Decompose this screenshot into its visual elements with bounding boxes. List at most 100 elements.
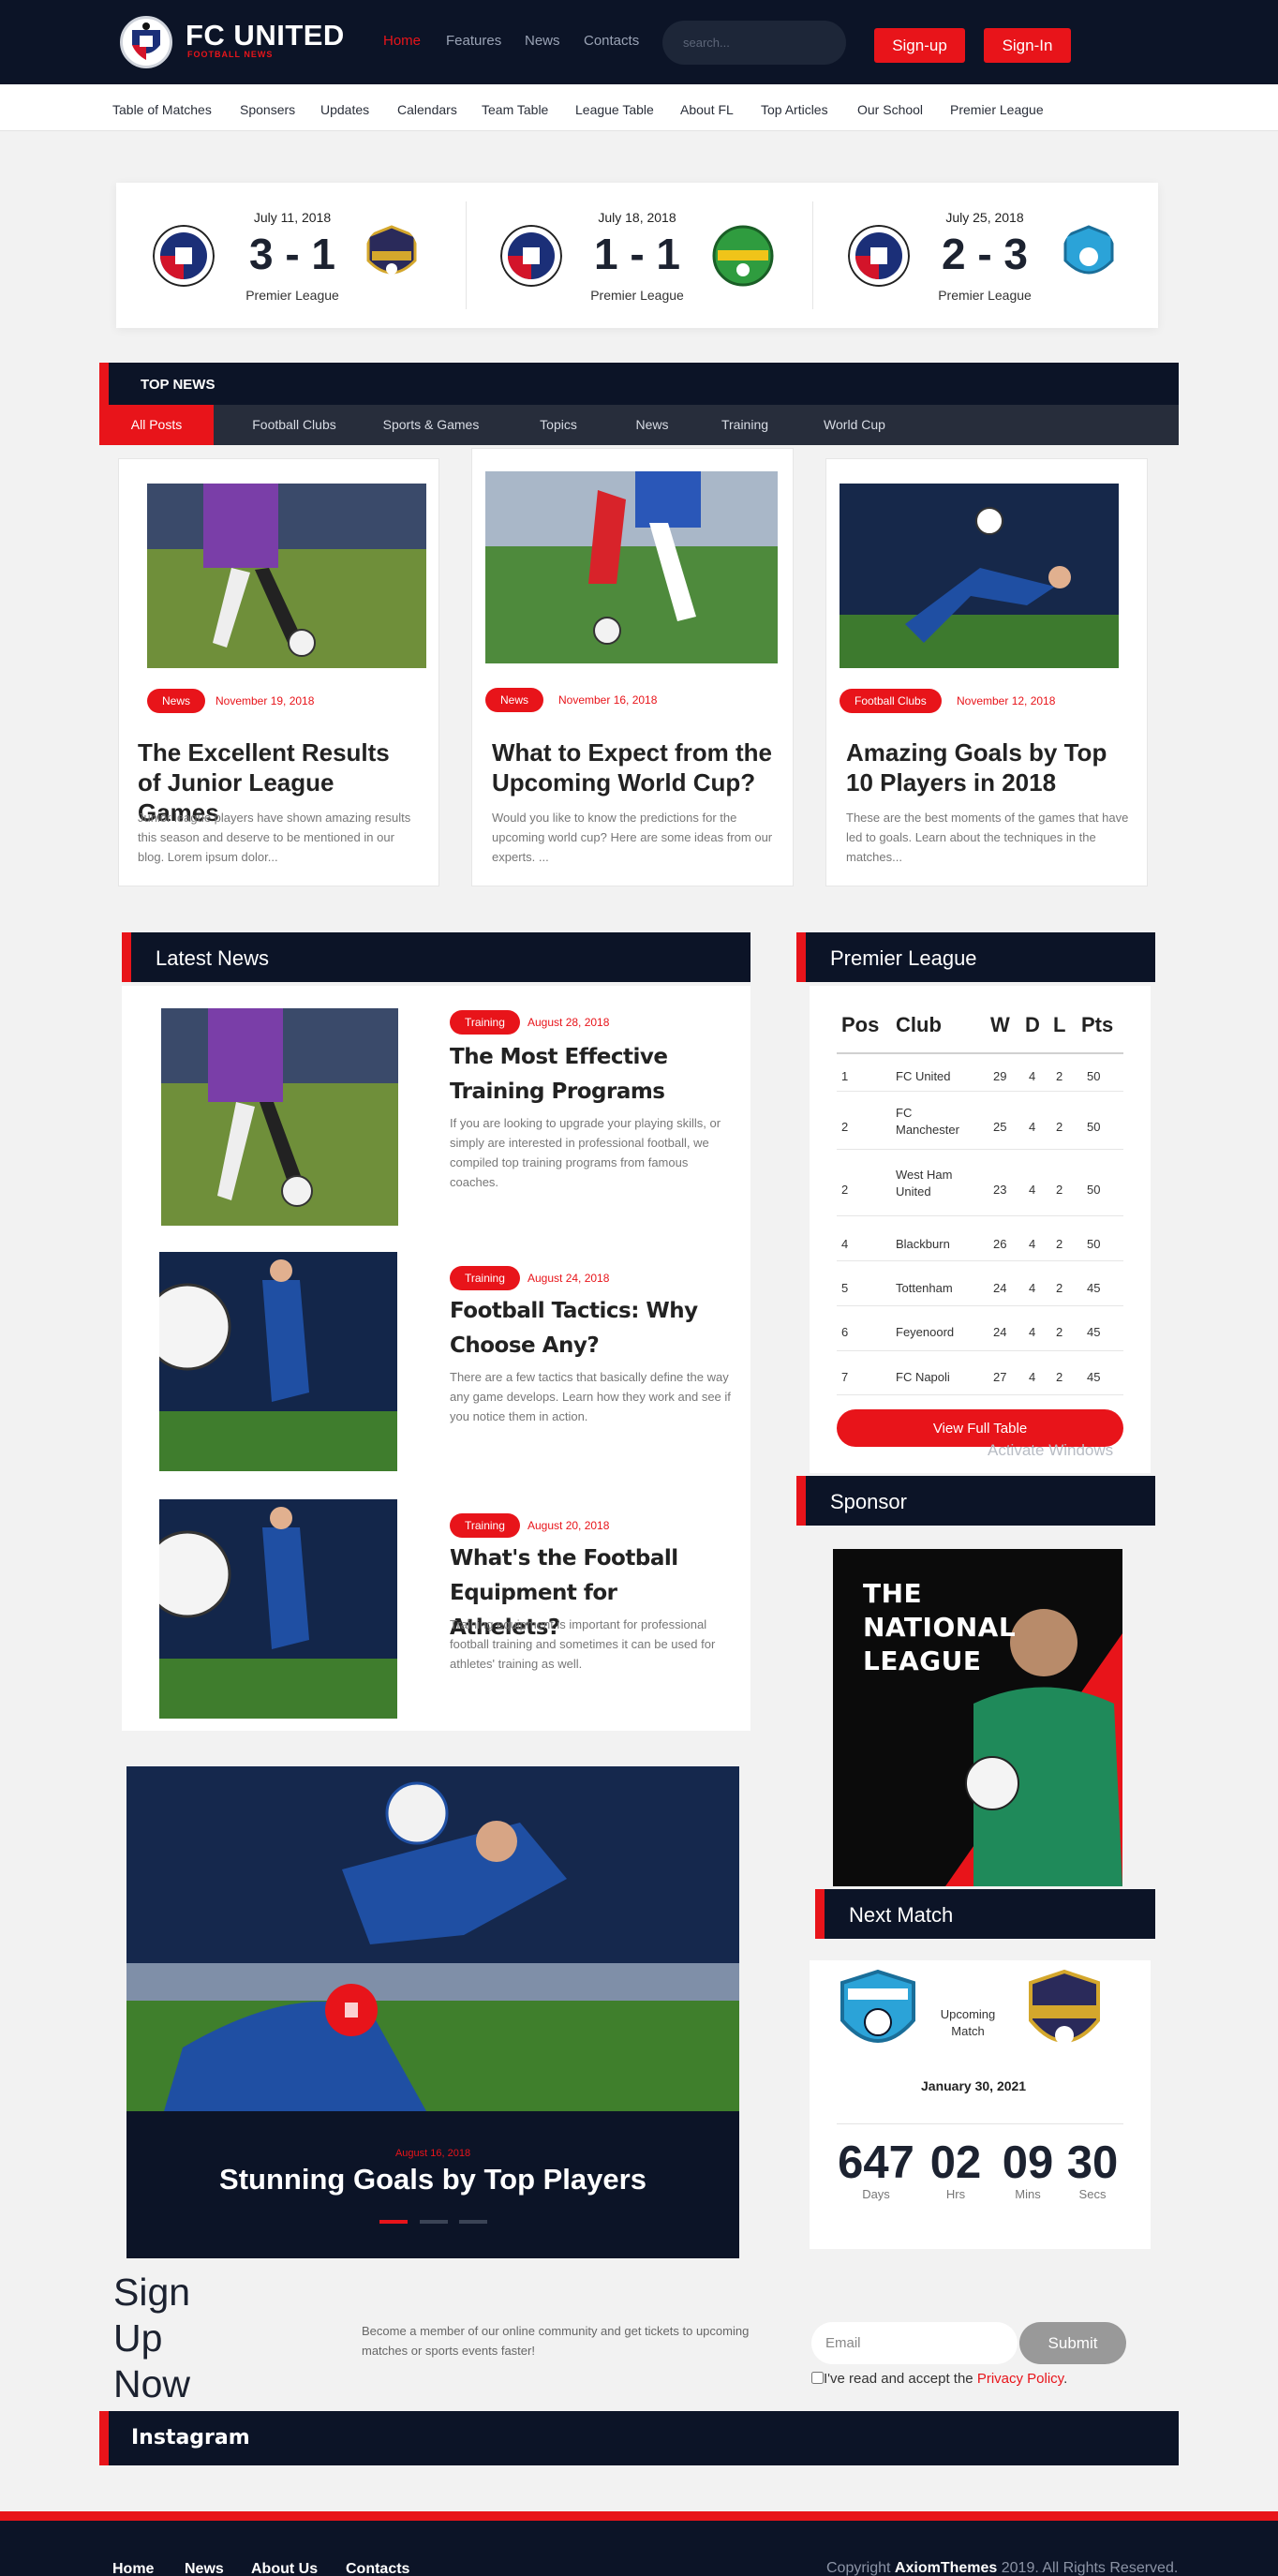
subnav-table-of-matches[interactable]: Table of Matches (112, 102, 212, 117)
match-league: Premier League (590, 288, 684, 303)
search-input[interactable] (662, 21, 846, 65)
cell-l: 2 (1056, 1069, 1063, 1083)
footer-link-contacts[interactable]: Contacts (346, 2561, 409, 2576)
subnav-team-table[interactable]: Team Table (482, 102, 548, 117)
away-team-crest-icon (712, 225, 774, 287)
category-badge[interactable]: Training (450, 1513, 520, 1538)
cell-club[interactable]: FC United (896, 1069, 951, 1083)
nav-home[interactable]: Home (383, 33, 421, 49)
slider-dot-active[interactable] (379, 2220, 408, 2224)
cell-pos: 4 (841, 1237, 849, 1251)
cell-pts: 50 (1087, 1120, 1101, 1134)
match-score[interactable]: 3 - 1 (227, 229, 358, 279)
cell-club[interactable]: FC Napoli (896, 1370, 950, 1384)
featured-image[interactable] (126, 1766, 739, 2111)
tab-football-clubs[interactable]: Football Clubs (236, 405, 352, 445)
column-header-w: W (990, 1013, 1010, 1036)
club-logo-icon[interactable] (120, 16, 172, 68)
column-header-pos: Pos (841, 1013, 880, 1036)
sponsor-banner[interactable]: THE NATIONAL LEAGUE (833, 1549, 1122, 1886)
slider-dot[interactable] (459, 2220, 487, 2224)
tab-all-posts[interactable]: All Posts (99, 405, 214, 445)
category-badge[interactable]: Football Clubs (840, 689, 942, 713)
tab-training[interactable]: Training (710, 405, 780, 445)
copyright-brand[interactable]: AxiomThemes (895, 2560, 997, 2576)
post-title[interactable]: The Most Effective Training Programs (450, 1040, 731, 1109)
post-date: November 19, 2018 (215, 694, 315, 707)
nav-features[interactable]: Features (446, 33, 501, 49)
subnav-updates[interactable]: Updates (320, 102, 369, 117)
premier-league-title: Premier League (830, 946, 977, 970)
cell-w: 24 (993, 1325, 1007, 1339)
signup-button[interactable]: Sign-up (874, 28, 965, 63)
brand-name[interactable]: FC UNITED (186, 19, 345, 52)
signup-title: Sign Up Now (113, 2271, 191, 2405)
subnav-top-articles[interactable]: Top Articles (761, 102, 828, 117)
subnav-calendars[interactable]: Calendars (397, 102, 457, 117)
subnav-our-school[interactable]: Our School (857, 102, 923, 117)
cell-d: 4 (1029, 1237, 1036, 1251)
post-title[interactable]: Amazing Goals by Top 10 Players in 2018 (846, 737, 1137, 797)
news-thumbnail[interactable] (147, 484, 426, 668)
tab-news[interactable]: News (624, 405, 680, 445)
footer-link-about[interactable]: About Us (251, 2561, 318, 2576)
tab-topics[interactable]: Topics (530, 405, 587, 445)
table-row[interactable] (837, 1350, 1123, 1395)
slider-dot[interactable] (420, 2220, 448, 2224)
cell-club[interactable]: FC Manchester (896, 1105, 971, 1139)
footer-link-news[interactable]: News (185, 2561, 224, 2576)
nav-news[interactable]: News (525, 33, 560, 49)
divider (812, 201, 813, 309)
table-row[interactable] (837, 1260, 1123, 1305)
cell-club[interactable]: West Ham United (896, 1167, 971, 1200)
post-excerpt: Junior league players have shown amazing… (138, 811, 411, 864)
category-badge[interactable]: Training (450, 1266, 520, 1290)
subnav-about-fl[interactable]: About FL (680, 102, 734, 117)
category-badge[interactable]: Training (450, 1010, 520, 1035)
cell-pos: 7 (841, 1370, 849, 1384)
category-badge[interactable]: News (147, 689, 206, 713)
table-row[interactable] (837, 1215, 1123, 1260)
tab-sports-games[interactable]: Sports & Games (375, 405, 487, 445)
signin-button[interactable]: Sign-In (984, 28, 1071, 63)
signup-description: Become a member of our online community … (362, 2324, 750, 2358)
footer-link-home[interactable]: Home (112, 2561, 154, 2576)
cell-w: 26 (993, 1237, 1007, 1251)
cell-club[interactable]: Tottenham (896, 1281, 953, 1295)
latest-news-thumbnail[interactable] (159, 1499, 397, 1719)
match-score[interactable]: 1 - 1 (572, 229, 703, 279)
divider (466, 201, 467, 309)
category-badge[interactable]: News (485, 688, 544, 712)
subnav-premier-league[interactable]: Premier League (950, 102, 1044, 117)
cell-club[interactable]: Blackburn (896, 1237, 950, 1251)
cell-w: 27 (993, 1370, 1007, 1384)
post-title[interactable]: Football Tactics: Why Choose Any? (450, 1294, 731, 1363)
countdown-seconds: 30 (1066, 2137, 1119, 2188)
copyright-suffix: 2019. All Rights Reserved. (997, 2560, 1179, 2576)
privacy-policy-link[interactable]: Privacy Policy (977, 2371, 1063, 2387)
latest-news-thumbnail[interactable] (161, 1008, 398, 1226)
nav-contacts[interactable]: Contacts (584, 33, 639, 49)
cell-club[interactable]: Feyenoord (896, 1325, 954, 1339)
table-row[interactable] (837, 1305, 1123, 1350)
match-score[interactable]: 2 - 3 (919, 229, 1050, 279)
cell-pts: 45 (1087, 1325, 1101, 1339)
post-title[interactable]: What to Expect from the Upcoming World C… (492, 737, 782, 797)
privacy-consent: I've read and accept the Privacy Policy. (811, 2371, 1067, 2387)
subnav-sponsers[interactable]: Sponsers (240, 102, 295, 117)
post-excerpt: Training equipment is important for prof… (450, 1617, 716, 1671)
news-thumbnail[interactable] (840, 484, 1119, 668)
cell-w: 23 (993, 1183, 1007, 1197)
privacy-checkbox[interactable] (811, 2372, 824, 2384)
featured-title[interactable]: Stunning Goals by Top Players (126, 2163, 739, 2196)
submit-button[interactable]: Submit (1019, 2322, 1126, 2364)
tab-world-cup[interactable]: World Cup (819, 405, 890, 445)
table-row[interactable] (837, 1149, 1123, 1214)
instagram-title: Instagram (131, 2426, 250, 2449)
news-thumbnail[interactable] (485, 471, 778, 663)
subnav-league-table[interactable]: League Table (575, 102, 654, 117)
latest-news-thumbnail[interactable] (159, 1252, 397, 1471)
email-field[interactable] (811, 2322, 1018, 2364)
sponsor-header: Sponsor (796, 1476, 1155, 1526)
table-row[interactable] (837, 1091, 1123, 1149)
